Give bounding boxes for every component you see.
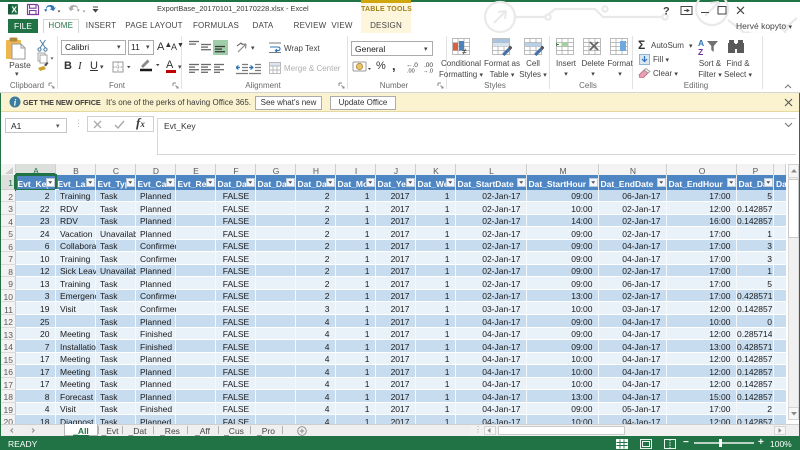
svg-text:?: ? (663, 6, 670, 18)
svg-text:X: X (11, 5, 17, 15)
svg-text:→.0: →.0 (423, 69, 433, 74)
svg-text:.00: .00 (407, 69, 415, 74)
svg-text:≠: ≠ (462, 47, 467, 57)
svg-text:Z: Z (698, 47, 703, 56)
